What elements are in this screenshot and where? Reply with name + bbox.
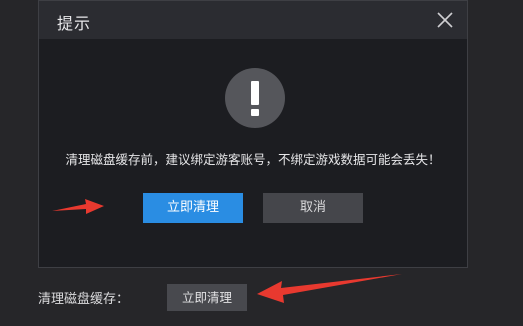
page: 提示 清理磁盘缓存前，建议绑定游客账号，不绑定游戏数据可能会丢失！ 立即清理 取…: [0, 0, 523, 326]
annotation-arrow-bottom: [257, 274, 402, 303]
